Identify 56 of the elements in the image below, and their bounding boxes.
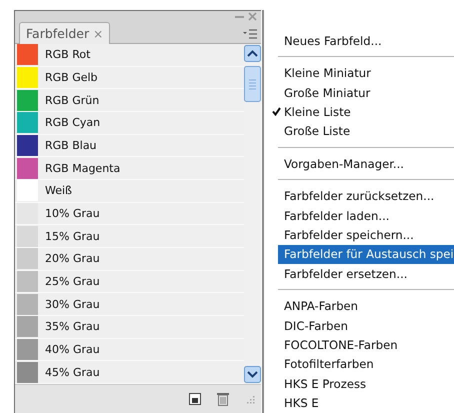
swatch-row[interactable]: 20% Grau bbox=[15, 248, 244, 271]
swatch-row[interactable]: Weiß bbox=[15, 180, 244, 203]
swatch-name: 15% Grau bbox=[45, 230, 100, 243]
swatch-row[interactable]: 40% Grau bbox=[15, 338, 244, 362]
swatch-row[interactable]: RGB Cyan bbox=[15, 112, 244, 135]
trash-icon[interactable] bbox=[217, 392, 229, 406]
menu-item[interactable]: DIC-Farben bbox=[264, 316, 454, 336]
menu-item[interactable]: Große Liste bbox=[264, 122, 454, 142]
swatch-row[interactable]: RGB Gelb bbox=[15, 66, 244, 90]
menu-item[interactable]: Neues Farbfeld... bbox=[264, 31, 454, 50]
menu-item[interactable]: HKS E bbox=[264, 394, 454, 413]
swatch-row[interactable]: RGB Grün bbox=[15, 89, 244, 112]
swatches-tab[interactable]: Farbfelder × bbox=[19, 22, 110, 44]
menu-item[interactable]: Fotofilterfarben bbox=[264, 354, 454, 374]
swatch-name: 10% Grau bbox=[45, 207, 100, 220]
menu-item[interactable]: Farbfelder speichern... bbox=[264, 225, 454, 245]
swatch-name: RGB Gelb bbox=[45, 71, 98, 84]
menu-item[interactable]: Kleine Liste bbox=[264, 102, 454, 122]
scroll-down-button[interactable] bbox=[244, 366, 261, 383]
swatch-row[interactable]: RGB Magenta bbox=[15, 157, 244, 180]
menu-item[interactable]: Farbfelder ersetzen... bbox=[264, 264, 454, 284]
swatch-row[interactable]: 35% Grau bbox=[15, 316, 244, 339]
swatch-name: RGB Rot bbox=[45, 48, 90, 62]
menu-item[interactable]: Große Miniatur bbox=[264, 82, 454, 102]
swatch-name: 20% Grau bbox=[45, 252, 100, 266]
panel-menu-icon[interactable] bbox=[243, 29, 257, 39]
menu-item[interactable]: Farbfelder zurücksetzen... bbox=[264, 186, 454, 206]
swatch-row[interactable]: 10% Grau bbox=[15, 202, 244, 226]
swatch-row[interactable]: 15% Grau bbox=[15, 225, 244, 248]
menu-item[interactable]: HKS E Prozess bbox=[264, 374, 454, 394]
swatch-name: 40% Grau bbox=[45, 343, 100, 356]
swatch-row[interactable]: 30% Grau bbox=[15, 293, 244, 316]
swatch-name: 45% Grau bbox=[45, 366, 100, 379]
menu-item[interactable]: ANPA-Farben bbox=[264, 296, 454, 316]
menu-item[interactable]: Farbfelder laden... bbox=[264, 206, 454, 226]
swatch-name: RGB Grün bbox=[45, 94, 100, 107]
tab-label: Farbfelder bbox=[26, 26, 90, 41]
menu-item[interactable]: Kleine Miniatur bbox=[264, 63, 454, 83]
swatch-row[interactable]: RGB Blau bbox=[15, 134, 244, 158]
scroll-thumb[interactable] bbox=[244, 66, 261, 102]
new-swatch-icon[interactable] bbox=[189, 393, 201, 405]
swatch-row[interactable]: RGB Rot bbox=[15, 44, 244, 67]
swatch-name: RGB Magenta bbox=[45, 162, 120, 175]
menu-item[interactable]: Farbfelder für Austausch spei bbox=[278, 244, 454, 264]
scroll-up-button[interactable] bbox=[244, 45, 261, 62]
resize-grip-icon[interactable] bbox=[245, 394, 255, 404]
swatch-row[interactable]: 45% Grau bbox=[15, 361, 244, 384]
menu-item[interactable]: FOCOLTONE-Farben bbox=[264, 335, 454, 355]
swatch-name: 25% Grau bbox=[45, 275, 100, 288]
swatch-name: 30% Grau bbox=[45, 298, 100, 311]
swatch-name: RGB Cyan bbox=[45, 116, 100, 130]
menu-item[interactable]: Vorgaben-Manager... bbox=[264, 154, 454, 174]
swatch-name: 35% Grau bbox=[45, 320, 100, 334]
swatch-row[interactable]: 25% Grau bbox=[15, 270, 244, 294]
swatch-name: Weiß bbox=[45, 184, 72, 198]
swatch-name: RGB Blau bbox=[45, 139, 97, 152]
